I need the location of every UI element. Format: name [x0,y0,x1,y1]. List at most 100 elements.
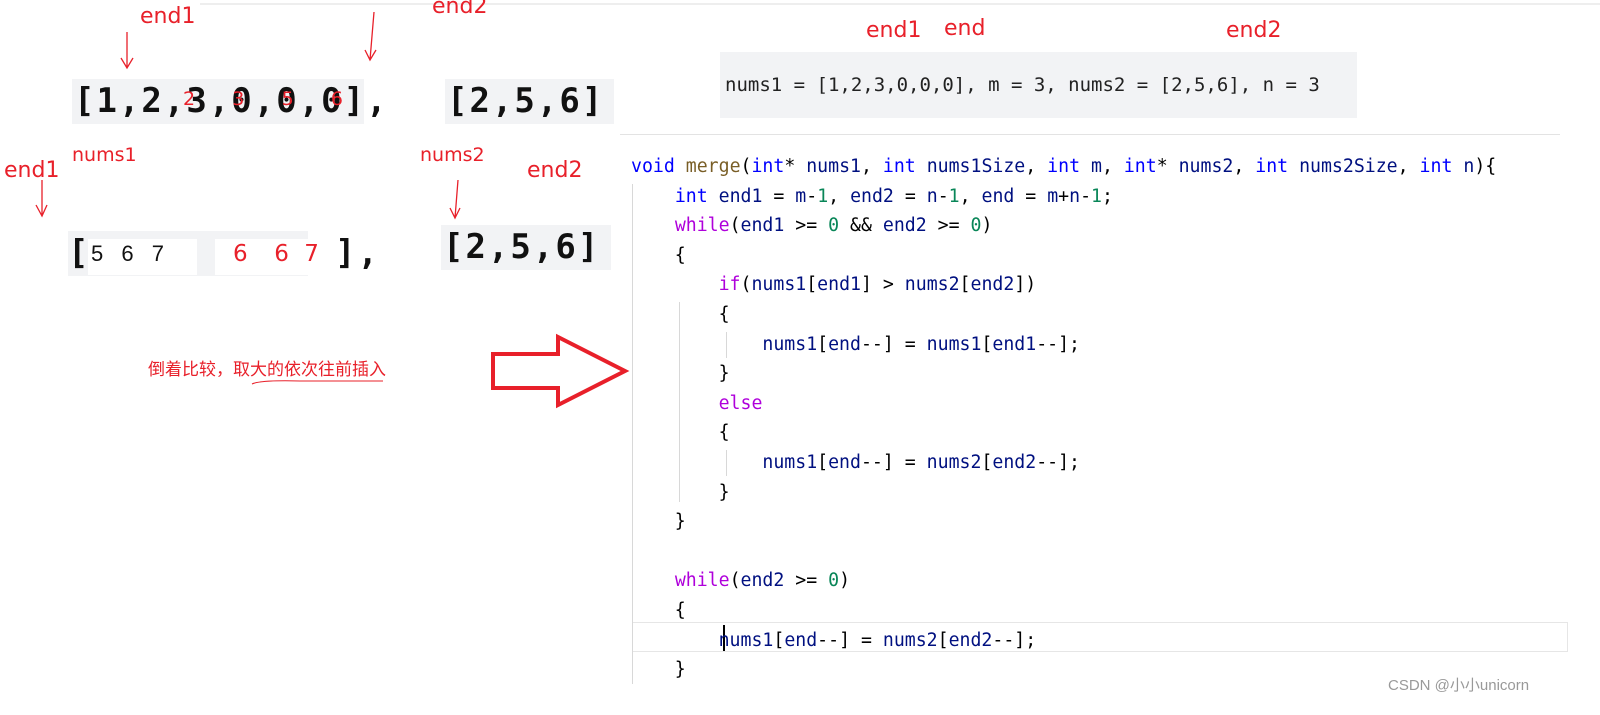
code-token: n [1463,156,1475,177]
editor-top-border [620,134,1560,153]
code-token: } [631,511,686,533]
code-token: { [631,244,686,266]
code-token: - [1080,185,1092,207]
code-token: [ [817,333,829,355]
code-token: , [1025,156,1048,177]
code-token: merge [685,156,741,177]
code-token: = [893,185,927,207]
code-token: 0 [970,215,982,237]
code-line: nums1[end--] = nums1[end1--]; [631,330,1496,360]
code-token: n [926,185,938,207]
code-token: { [631,422,730,444]
code-token: end [828,451,861,473]
code-line: while(end1 >= 0 && end2 >= 0) [631,211,1496,241]
code-line: while(end2 >= 0) [631,566,1496,596]
nums1-black-values: 5 6 7 [88,239,197,275]
code-token: 0 [828,215,840,237]
code-token: --] = [860,333,927,355]
code-token: end1 [992,333,1037,355]
code-token: >= [926,215,971,237]
code-token: nums1 [762,333,818,355]
code-token: ] > [860,274,905,296]
code-token: end1 [718,185,763,207]
watermark: CSDN @小小unicorn [1388,677,1530,694]
code-token: end2 [970,274,1015,296]
code-token: m [795,185,807,207]
code-token: end2 [992,451,1037,473]
code-token: ]) [1014,274,1037,296]
code-token: , [959,185,982,207]
code-token: --]; [992,629,1037,651]
code-token: [ [773,629,785,651]
underline-stroke [251,380,383,385]
code-token: ; [1101,185,1113,207]
code-token: - [806,185,818,207]
code-line: if(nums1[end1] > nums2[end2]) [631,270,1496,300]
code-token: nums1 [762,451,818,473]
code-token: while [674,215,730,237]
code-token: end [784,629,818,651]
code-token: ( [729,570,741,592]
code-token: nums2 [882,629,938,651]
code-line: { [631,241,1496,271]
code-token: [ [817,451,829,473]
code-token: --]; [1036,333,1080,355]
code-token: } [631,363,730,385]
code-token: end2 [740,570,785,592]
code-token: m [1090,156,1102,177]
code-line: { [631,300,1496,330]
code-token: ( [740,274,752,296]
code-token: ) [981,215,993,237]
code-token: int [1047,156,1081,177]
code-token: = [1014,185,1048,207]
code-token: end2 [948,629,993,651]
code-token: int [1419,156,1453,177]
code-token: { [631,303,730,325]
code-token: 1 [817,185,829,207]
code-token: , [1233,156,1256,177]
code-token: ) [839,570,851,592]
code-token: } [631,481,730,503]
code-token: int [1123,156,1157,177]
code-line: } [631,478,1496,508]
nums1-red-values: 6 6 7 [215,239,335,275]
overlay-digit: 6 [330,88,343,110]
code-token: [ [959,274,971,296]
code-token: 1 [1091,185,1102,207]
code-token: - [937,185,949,207]
example-input: nums1 = [1,2,3,0,0,0], m = 3, nums2 = [2… [720,52,1357,118]
code-token: * [1156,156,1179,177]
code-token: --] = [860,451,927,473]
code-line: void merge(int* nums1, int nums1Size, in… [631,152,1496,182]
nums1-close-bracket: ], [335,233,380,273]
code-token: nums1 [806,156,861,177]
code-token: >= [784,215,829,237]
code-token: int [1255,156,1289,177]
code-token: = [762,185,796,207]
code-line: nums1[end--] = nums2[end2--]; [631,626,1496,656]
code-token: nums2 [926,451,982,473]
code-token: nums1Size [926,156,1026,177]
code-token: * [784,156,807,177]
code-token: int [751,156,785,177]
code-token: nums2 [1178,156,1234,177]
code-token: && [839,215,883,237]
code-token: end [981,185,1015,207]
code-token: m [1047,185,1059,207]
code-token: end1 [740,215,785,237]
code-line: } [631,507,1496,537]
code-editor[interactable]: void merge(int* nums1, int nums1Size, in… [631,152,1496,685]
code-token: end2 [850,185,894,207]
code-token: [ [981,451,993,473]
code-line: nums1[end--] = nums2[end2--]; [631,448,1496,478]
code-token: , [828,185,851,207]
